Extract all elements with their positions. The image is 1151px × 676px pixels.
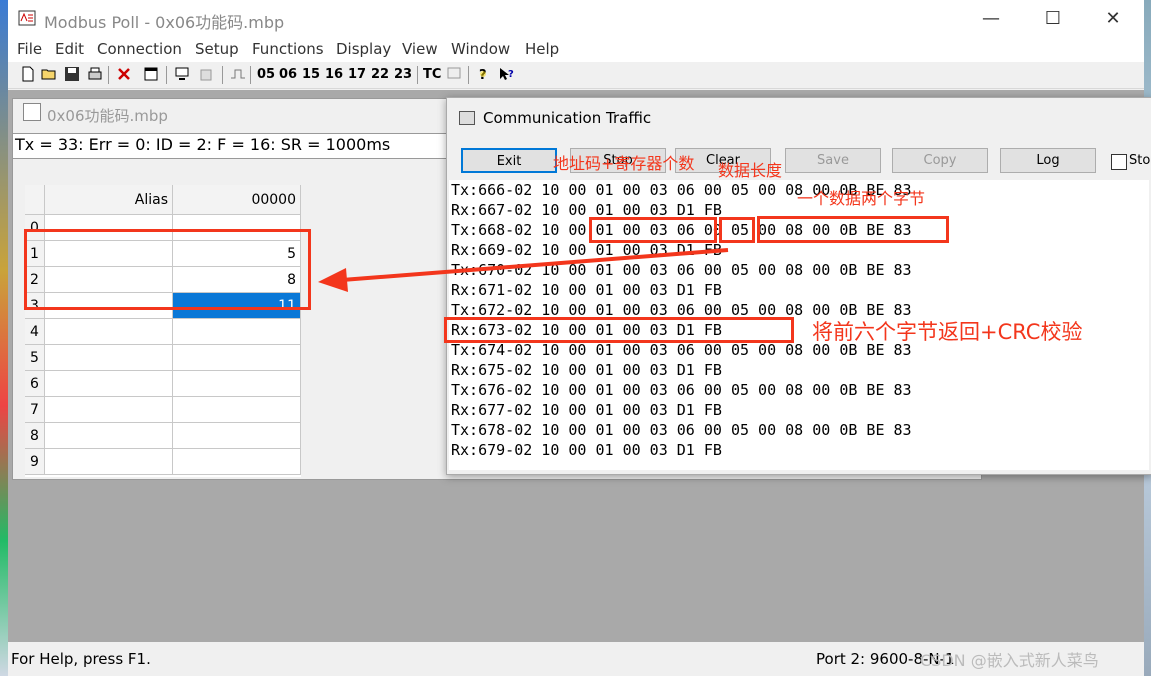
copy-button[interactable]: Copy [892, 148, 988, 173]
traffic-title: Communication Traffic [483, 109, 652, 127]
grid-corner [25, 185, 45, 215]
toolbar-separator [468, 66, 469, 84]
toolbar-separator [250, 66, 251, 84]
fc-22-button[interactable]: 22 [371, 65, 389, 85]
annotation-box-address-regs [589, 217, 717, 243]
pulse-icon[interactable] [230, 66, 246, 82]
fc-06-button[interactable]: 06 [279, 65, 297, 85]
annotation-box-data-bytes [757, 216, 949, 243]
traffic-tc-button[interactable]: TC [423, 65, 441, 85]
window-icon[interactable] [143, 66, 159, 82]
address-column-header[interactable]: 00000 [173, 185, 301, 215]
watermark: CSDN @嵌入式新人菜鸟 [920, 651, 1099, 670]
stop-checkbox-label: Stop [1129, 153, 1151, 168]
help-hint: For Help, press F1. [11, 650, 151, 668]
fc-17-button[interactable]: 17 [348, 65, 366, 85]
toolbar-separator [166, 66, 167, 84]
print-icon[interactable] [87, 66, 103, 82]
toolbar-separator [222, 66, 223, 84]
menu-setup[interactable]: Setup [195, 40, 239, 58]
log-line: Rx:677-02 10 00 01 00 03 D1 FB [451, 401, 722, 419]
value-cell[interactable] [173, 371, 301, 397]
row-number: 7 [25, 397, 45, 423]
annotation-return-crc: 将前六个字节返回+CRC校验 [812, 320, 1083, 344]
menu-connection[interactable]: Connection [97, 40, 182, 58]
minimize-button[interactable]: — [968, 6, 1014, 32]
close-button[interactable]: ✕ [1090, 6, 1136, 32]
row-number: 9 [25, 449, 45, 475]
log-line: Tx:676-02 10 00 01 00 03 06 00 05 00 08 … [451, 381, 912, 399]
row-number: 6 [25, 371, 45, 397]
new-file-icon[interactable] [20, 66, 36, 82]
annotation-box-response-line [444, 317, 794, 343]
annotation-box-grid-values [24, 229, 311, 310]
alias-cell[interactable] [45, 449, 173, 475]
write-device-icon[interactable] [198, 66, 214, 82]
alias-cell[interactable] [45, 397, 173, 423]
fc-05-button[interactable]: 05 [257, 65, 275, 85]
menu-window[interactable]: Window [451, 40, 510, 58]
value-cell[interactable] [173, 423, 301, 449]
log-line: Rx:679-02 10 00 01 00 03 D1 FB [451, 441, 722, 459]
fc-23-button[interactable]: 23 [394, 65, 412, 85]
stop-checkbox[interactable] [1111, 154, 1127, 170]
alias-column-header[interactable]: Alias [45, 185, 173, 215]
log-line: Tx:678-02 10 00 01 00 03 06 00 05 00 08 … [451, 421, 912, 439]
value-cell[interactable] [173, 345, 301, 371]
document-title: 0x06功能码.mbp [47, 107, 168, 125]
menu-edit[interactable]: Edit [55, 40, 84, 58]
alias-cell[interactable] [45, 371, 173, 397]
value-cell[interactable] [173, 449, 301, 475]
poll-status-text: Tx = 33: Err = 0: ID = 2: F = 16: SR = 1… [15, 135, 391, 154]
document-icon [23, 103, 41, 121]
traffic-window-icon [459, 111, 475, 125]
status-bar: For Help, press F1. Port 2: 9600-8-N-1 C… [8, 644, 1144, 676]
help-question-icon[interactable]: ? [475, 66, 491, 82]
annotation-arrow [318, 248, 729, 292]
menu-bar: File Edit Connection Setup Functions Dis… [8, 38, 1144, 62]
delete-x-icon[interactable] [116, 66, 132, 82]
save-button[interactable]: Save [785, 148, 881, 173]
fc-16-button[interactable]: 16 [325, 65, 343, 85]
toolbar: 05 06 15 16 17 22 23 TC ? ? [8, 62, 1144, 89]
title-bar: Modbus Poll - 0x06功能码.mbp — ☐ ✕ [8, 0, 1144, 38]
menu-functions[interactable]: Functions [252, 40, 324, 58]
app-icon [18, 9, 36, 27]
row-number: 4 [25, 319, 45, 345]
annotation-box-byte-count [719, 217, 755, 243]
menu-help[interactable]: Help [525, 40, 559, 58]
read-device-icon[interactable] [174, 66, 190, 82]
log-button[interactable]: Log [1000, 148, 1096, 173]
value-cell[interactable] [173, 319, 301, 345]
value-cell[interactable] [173, 397, 301, 423]
toolbar-separator [108, 66, 109, 84]
alias-cell[interactable] [45, 345, 173, 371]
annotation-data-length: 数据长度 [718, 161, 783, 180]
row-number: 5 [25, 345, 45, 371]
maximize-button[interactable]: ☐ [1030, 6, 1076, 32]
row-number: 8 [25, 423, 45, 449]
menu-view[interactable]: View [402, 40, 438, 58]
exit-button[interactable]: Exit [461, 148, 557, 173]
fc-15-button[interactable]: 15 [302, 65, 320, 85]
log-line: Rx:675-02 10 00 01 00 03 D1 FB [451, 361, 722, 379]
monitor-icon[interactable] [446, 66, 462, 82]
svg-text:?: ? [508, 69, 514, 80]
menu-file[interactable]: File [17, 40, 42, 58]
save-icon[interactable] [64, 66, 80, 82]
alias-cell[interactable] [45, 319, 173, 345]
alias-cell[interactable] [45, 423, 173, 449]
menu-display[interactable]: Display [336, 40, 391, 58]
context-help-icon[interactable]: ? [498, 66, 514, 82]
annotation-two-bytes: 一个数据两个字节 [797, 189, 926, 208]
annotation-address-regcount: 地址码+寄存器个数 [553, 154, 695, 173]
window-title: Modbus Poll - 0x06功能码.mbp [44, 13, 285, 32]
open-folder-icon[interactable] [41, 66, 57, 82]
toolbar-separator [417, 66, 418, 84]
